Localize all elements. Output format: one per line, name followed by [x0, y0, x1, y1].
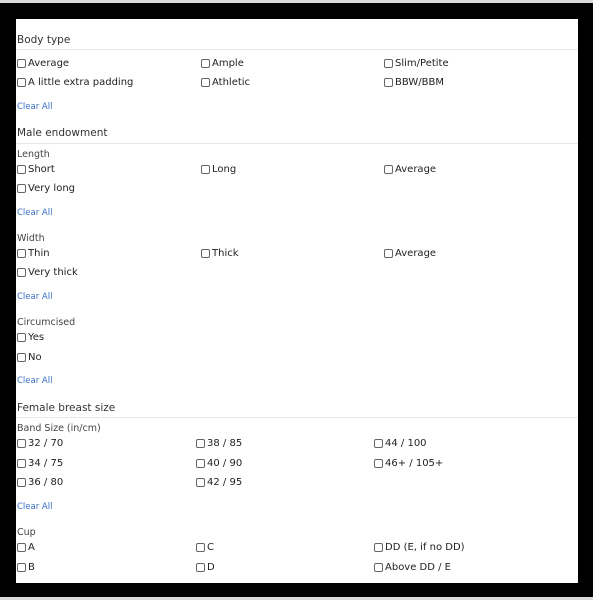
checkbox-body-ample[interactable]: Ample: [201, 58, 244, 69]
checkbox-icon[interactable]: [374, 459, 383, 468]
checkbox-cup-dd[interactable]: DD (E, if no DD): [374, 542, 465, 553]
checkbox-icon[interactable]: [17, 439, 26, 448]
checkbox-width-average[interactable]: Average: [384, 248, 436, 259]
checkbox-icon[interactable]: [17, 353, 26, 362]
checkbox-icon[interactable]: [196, 459, 205, 468]
checkbox-icon[interactable]: [384, 78, 393, 87]
checkbox-icon[interactable]: [384, 249, 393, 258]
checkbox-band-32-70[interactable]: 32 / 70: [17, 438, 63, 449]
checkbox-band-40-90[interactable]: 40 / 90: [196, 458, 242, 469]
checkbox-icon[interactable]: [384, 59, 393, 68]
checkbox-band-44-100[interactable]: 44 / 100: [374, 438, 427, 449]
divider: [16, 49, 578, 50]
checkbox-icon[interactable]: [196, 478, 205, 487]
checkbox-icon[interactable]: [374, 563, 383, 572]
checkbox-body-extra-padding[interactable]: A little extra padding: [17, 77, 133, 88]
checkbox-band-34-75[interactable]: 34 / 75: [17, 458, 63, 469]
checkbox-icon[interactable]: [17, 268, 26, 277]
checkbox-icon[interactable]: [17, 478, 26, 487]
checkbox-body-athletic[interactable]: Athletic: [201, 77, 250, 88]
checkbox-width-thin[interactable]: Thin: [17, 248, 50, 259]
clear-all-length-link[interactable]: Clear All: [17, 208, 52, 218]
checkbox-icon[interactable]: [17, 543, 26, 552]
checkbox-icon[interactable]: [17, 59, 26, 68]
frame-top-edge: [0, 0, 593, 3]
checkbox-icon[interactable]: [201, 249, 210, 258]
divider: [16, 417, 578, 418]
checkbox-icon[interactable]: [201, 78, 210, 87]
checkbox-cup-b[interactable]: B: [17, 562, 35, 573]
checkbox-icon[interactable]: [374, 543, 383, 552]
checkbox-length-long[interactable]: Long: [201, 164, 236, 175]
checkbox-icon[interactable]: [17, 459, 26, 468]
checkbox-icon[interactable]: [201, 59, 210, 68]
checkbox-width-very-thick[interactable]: Very thick: [17, 267, 78, 278]
checkbox-cup-a[interactable]: A: [17, 542, 35, 553]
section-title-body-type: Body type: [17, 34, 71, 46]
checkbox-length-very-long[interactable]: Very long: [17, 183, 75, 194]
checkbox-icon[interactable]: [384, 165, 393, 174]
checkbox-icon[interactable]: [196, 563, 205, 572]
checkbox-icon[interactable]: [374, 439, 383, 448]
checkbox-icon[interactable]: [17, 563, 26, 572]
subsection-title-width: Width: [17, 233, 45, 244]
section-title-male-endowment: Male endowment: [17, 127, 108, 139]
checkbox-icon[interactable]: [17, 249, 26, 258]
checkbox-icon[interactable]: [17, 333, 26, 342]
checkbox-body-slim-petite[interactable]: Slim/Petite: [384, 58, 449, 69]
checkbox-cup-d[interactable]: D: [196, 562, 215, 573]
checkbox-circumcised-no[interactable]: No: [17, 352, 42, 363]
checkbox-icon[interactable]: [201, 165, 210, 174]
checkbox-body-bbw-bbm[interactable]: BBW/BBM: [384, 77, 444, 88]
checkbox-icon[interactable]: [196, 439, 205, 448]
checkbox-icon[interactable]: [196, 543, 205, 552]
checkbox-icon[interactable]: [17, 184, 26, 193]
checkbox-icon[interactable]: [17, 165, 26, 174]
subsection-title-circumcised: Circumcised: [17, 317, 76, 328]
clear-all-body-type-link[interactable]: Clear All: [17, 102, 52, 112]
checkbox-width-thick[interactable]: Thick: [201, 248, 239, 259]
clear-all-band-size-link[interactable]: Clear All: [17, 502, 52, 512]
clear-all-circumcised-link[interactable]: Clear All: [17, 376, 52, 386]
checkbox-band-46-105[interactable]: 46+ / 105+: [374, 458, 443, 469]
checkbox-length-average[interactable]: Average: [384, 164, 436, 175]
checkbox-circumcised-yes[interactable]: Yes: [17, 332, 44, 343]
checkbox-band-36-80[interactable]: 36 / 80: [17, 477, 63, 488]
checkbox-cup-above-dd[interactable]: Above DD / E: [374, 562, 451, 573]
section-title-female-breast-size: Female breast size: [17, 402, 116, 414]
checkbox-band-42-95[interactable]: 42 / 95: [196, 477, 242, 488]
checkbox-band-38-85[interactable]: 38 / 85: [196, 438, 242, 449]
filter-panel: Body type Average Ample Slim/Petite A li…: [16, 19, 578, 583]
divider: [16, 143, 578, 144]
checkbox-body-average[interactable]: Average: [17, 58, 69, 69]
clear-all-width-link[interactable]: Clear All: [17, 292, 52, 302]
subsection-title-cup: Cup: [17, 527, 36, 538]
subsection-title-band-size: Band Size (in/cm): [17, 423, 101, 434]
subsection-title-length: Length: [17, 149, 50, 160]
checkbox-icon[interactable]: [17, 78, 26, 87]
checkbox-cup-c[interactable]: C: [196, 542, 214, 553]
checkbox-length-short[interactable]: Short: [17, 164, 55, 175]
